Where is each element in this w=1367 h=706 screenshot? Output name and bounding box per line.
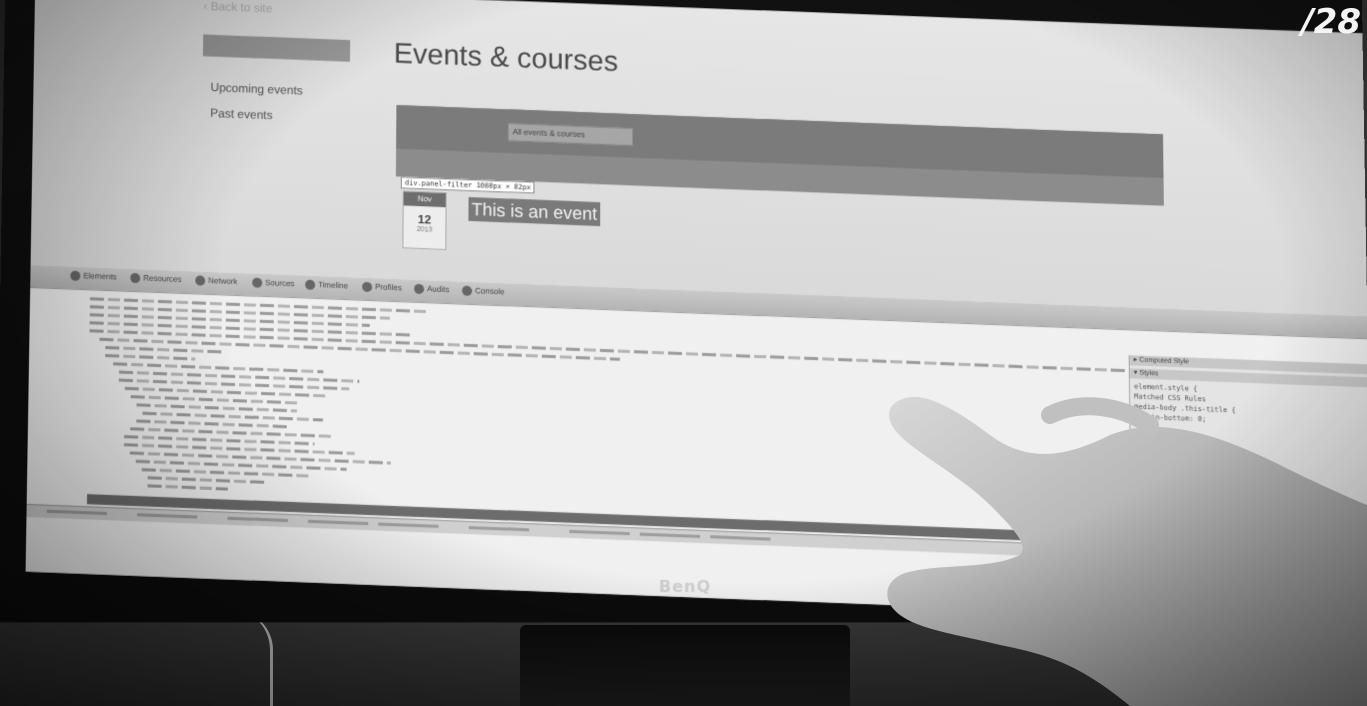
dom-tree-line[interactable] [90,329,1131,372]
devtools-tab-resources[interactable]: Resources [130,273,181,285]
devtools-tab-audits[interactable]: Audits [414,284,449,295]
audits-icon [414,284,424,294]
dom-tree-line[interactable] [105,346,225,354]
devtools-tab-profiles[interactable]: Profiles [362,282,402,294]
dom-tree-line[interactable] [137,403,297,412]
devtools-tab-elements[interactable]: Elements [70,271,116,283]
tab-label: Network [208,276,237,286]
dom-breadcrumb-item[interactable] [469,526,529,531]
devtools-tab-sources[interactable]: Sources [252,278,294,290]
tab-label: Resources [143,273,181,283]
profiles-icon [362,282,372,292]
tab-label: Elements [83,271,116,281]
sidebar-item-past[interactable]: Past events [210,106,273,122]
dom-breadcrumb-item[interactable] [378,523,438,528]
dom-tree-line[interactable] [148,476,269,484]
tab-label: Audits [427,284,449,294]
tab-label: Profiles [375,282,402,292]
tab-label: Console [475,286,504,296]
network-icon [195,275,205,285]
dom-breadcrumb-item[interactable] [137,513,197,518]
monitor-stand [520,625,850,706]
back-link[interactable]: ‹ Back to site [203,0,272,15]
dom-tree-line[interactable] [148,484,228,490]
elements-icon [70,271,80,281]
dom-breadcrumb-item[interactable] [710,535,770,540]
dom-breadcrumb-item[interactable] [47,510,107,515]
sidebar-item-upcoming[interactable]: Upcoming events [210,80,302,97]
dom-tree-line[interactable] [105,354,195,360]
devtools-tab-timeline[interactable]: Timeline [305,280,348,292]
dom-breadcrumb-item[interactable] [228,517,288,522]
devtools-tab-network[interactable]: Network [195,275,237,287]
dom-breadcrumb-item[interactable] [569,530,629,535]
monitor-brand-logo: BenQ [640,577,731,596]
resources-icon [130,273,140,283]
event-month: Nov [404,192,446,208]
dom-breadcrumb-item[interactable] [640,533,700,538]
filter-select[interactable]: All events & courses [508,123,634,146]
sources-icon [252,278,262,288]
event-title-link[interactable]: This is an event [468,197,600,226]
dom-breadcrumb-item[interactable] [308,520,368,525]
console-icon [462,286,472,296]
dom-tree-line[interactable] [136,419,286,428]
sidebar-item-active[interactable] [203,34,350,61]
slide-counter: /28 [1301,2,1361,42]
timeline-icon [305,280,315,290]
devtools-tab-console[interactable]: Console [462,286,504,298]
event-date-badge: Nov 12 2013 [402,191,446,250]
page-title: Events & courses [394,38,618,79]
pointing-hand [880,395,1367,706]
event-year: 2013 [403,226,445,235]
filter-panel-inner: All events & courses [396,105,1163,178]
tab-label: Timeline [318,280,348,290]
tab-label: Sources [265,278,294,288]
